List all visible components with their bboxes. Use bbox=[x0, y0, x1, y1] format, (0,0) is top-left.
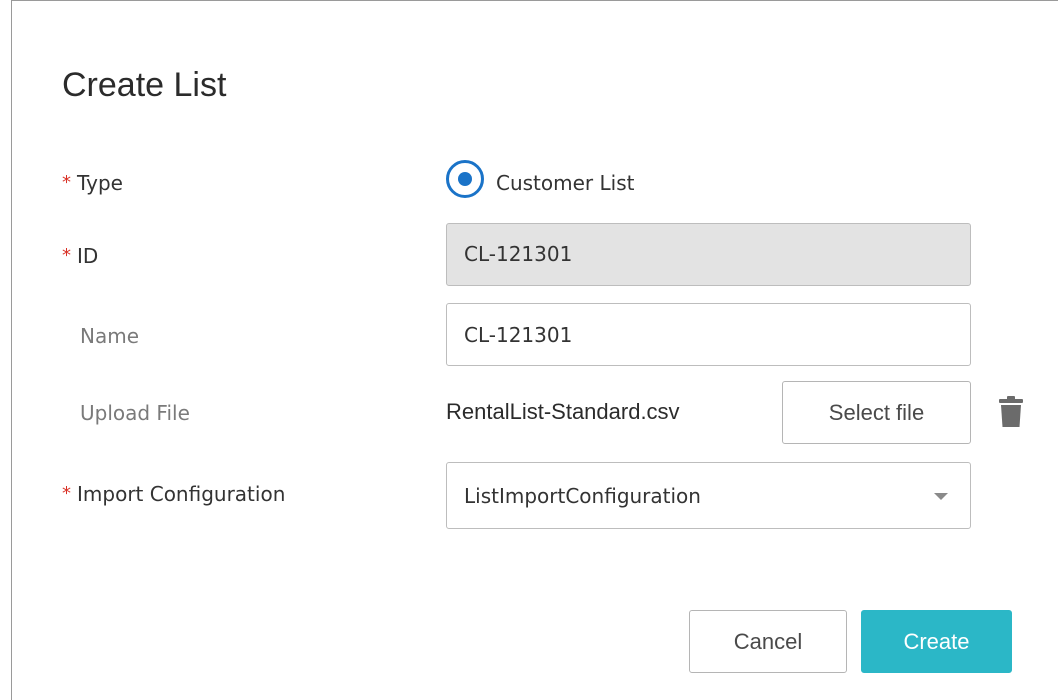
required-marker: * bbox=[62, 172, 71, 193]
dialog-title: Create List bbox=[62, 66, 227, 104]
create-button[interactable]: Create bbox=[861, 610, 1012, 673]
upload-file-label: Upload File bbox=[80, 401, 190, 425]
create-list-dialog: Create List * Type Customer List * ID CL-1… bbox=[11, 0, 1058, 700]
name-label: Name bbox=[80, 324, 140, 348]
name-input[interactable] bbox=[446, 303, 971, 366]
customer-list-radio[interactable] bbox=[446, 160, 484, 198]
required-marker: * bbox=[62, 245, 71, 266]
select-file-button[interactable]: Select file bbox=[782, 381, 971, 444]
type-label-text: Type bbox=[77, 171, 123, 195]
import-configuration-select[interactable]: ListImportConfiguration bbox=[446, 462, 971, 529]
import-configuration-label: * Import Configuration bbox=[62, 480, 285, 508]
import-configuration-label-text: Import Configuration bbox=[77, 482, 286, 506]
import-configuration-value: ListImportConfiguration bbox=[464, 484, 701, 508]
required-marker: * bbox=[62, 483, 71, 504]
uploaded-file-name: RentalList-Standard.csv bbox=[446, 399, 680, 424]
radio-selected-dot bbox=[458, 172, 472, 186]
id-field: CL-121301 bbox=[446, 223, 971, 286]
customer-list-radio-label[interactable]: Customer List bbox=[496, 169, 634, 197]
cancel-button[interactable]: Cancel bbox=[689, 610, 847, 673]
type-label: * Type bbox=[62, 169, 123, 197]
trash-icon[interactable] bbox=[999, 396, 1023, 428]
id-label: * ID bbox=[62, 242, 98, 270]
caret-down-icon bbox=[934, 493, 948, 500]
id-label-text: ID bbox=[77, 244, 99, 268]
